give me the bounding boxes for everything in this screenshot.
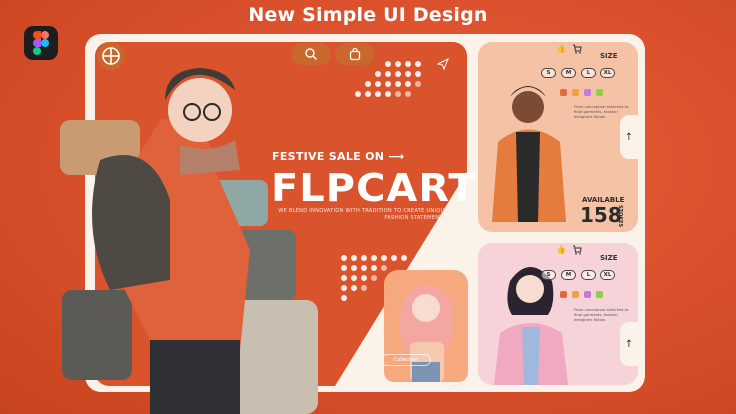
page-title: New Simple UI Design xyxy=(248,4,488,26)
cart-icon[interactable] xyxy=(572,44,582,56)
size-xl-2[interactable]: XL xyxy=(600,270,615,280)
cart-icon-2[interactable] xyxy=(572,245,582,257)
hero-tagline: WE BLEND INNOVATION WITH TRADITION TO CR… xyxy=(278,208,448,221)
stock-count: 158 xyxy=(580,203,622,227)
festive-sale-heading: FESTIVE SALE ON ⟶ xyxy=(272,150,405,163)
size-s-1[interactable]: S xyxy=(541,68,556,78)
like-icon-2[interactable]: 👍 xyxy=(556,245,566,254)
size-label-1: SIZE xyxy=(600,52,618,60)
size-l-2[interactable]: L xyxy=(581,270,596,280)
decorative-dots-top xyxy=(355,61,421,97)
arrow-up-icon: ↑ xyxy=(624,131,634,143)
next-arrow-button-2[interactable]: ↑ xyxy=(620,322,638,366)
color-swatch-orange-2[interactable] xyxy=(560,291,567,298)
collection-button[interactable]: Collection xyxy=(381,354,431,366)
color-swatch-orange[interactable] xyxy=(560,89,567,96)
color-swatch-amber-2[interactable] xyxy=(572,291,579,298)
size-xl-1[interactable]: XL xyxy=(600,68,615,78)
size-s-2[interactable]: S xyxy=(541,270,556,280)
color-swatch-green-2[interactable] xyxy=(596,291,603,298)
stock-unit: STOKES xyxy=(617,205,623,228)
color-swatch-green[interactable] xyxy=(596,89,603,96)
color-swatch-amber[interactable] xyxy=(572,89,579,96)
color-swatch-purple[interactable] xyxy=(584,89,591,96)
size-l-1[interactable]: L xyxy=(581,68,596,78)
like-icon[interactable]: 👍 xyxy=(556,44,566,53)
color-swatch-purple-2[interactable] xyxy=(584,291,591,298)
size-m-2[interactable]: M xyxy=(561,270,576,280)
brand-logo-text: FLPCART xyxy=(271,166,477,210)
product-description-2: From conceptual sketches to final garmen… xyxy=(574,307,629,322)
arrow-up-icon-2: ↑ xyxy=(624,338,634,350)
size-label-2: SIZE xyxy=(600,254,618,262)
size-m-1[interactable]: M xyxy=(561,68,576,78)
traveler-illustration xyxy=(60,68,318,414)
send-icon[interactable] xyxy=(436,57,449,72)
jacket-model-illustration xyxy=(492,86,566,222)
next-arrow-button-1[interactable]: ↑ xyxy=(620,115,638,159)
